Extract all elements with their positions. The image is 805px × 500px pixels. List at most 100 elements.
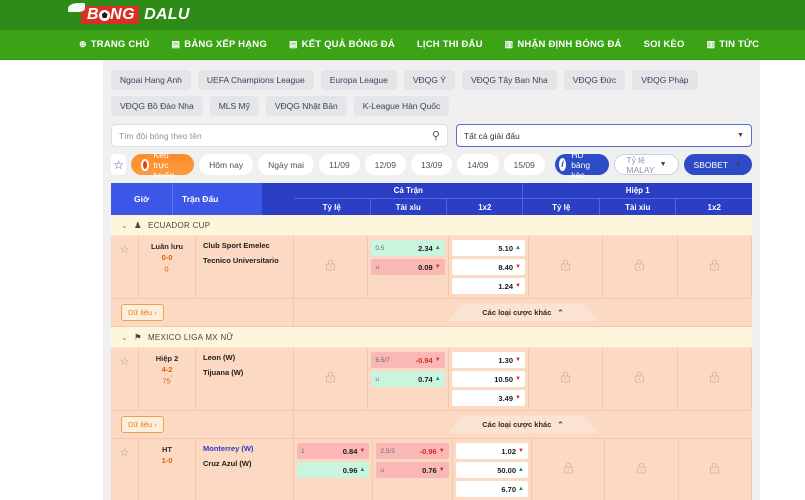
odds-col-handicap-full[interactable]: 1 0.84 ▼ 0.96 ▲ [294,439,374,500]
date-filter-button[interactable]: 14/09 [457,154,499,175]
odds-col-overunder-full[interactable]: 0.5 2.34 ▲ u 0.09 ▼ [368,236,449,298]
odds-cell[interactable]: 0.96 ▲ [297,462,370,478]
odds-cell[interactable]: 6.5/7 -0.94 ▼ [371,352,445,368]
nav-item-1[interactable]: ▤ BẢNG XẾP HẠNG [161,30,278,60]
odds-value-wrap: 10.50 ▼ [494,375,521,384]
header-time-col: Giờ [111,183,173,215]
odds-col-1x2-full[interactable]: 5.10 ▲ 8.40 ▼ 1.24 ▼ [449,236,529,298]
league-chip[interactable]: MLS Mỹ [209,96,259,116]
arrow-up-icon: ▲ [518,467,524,473]
header-subcol: Tài xỉu [598,199,676,215]
chevron-down-icon[interactable]: ⌄ [121,333,128,342]
odds-cell[interactable]: 3.49 ▼ [451,390,525,406]
other-bets-toggle[interactable]: Các loại cược khác ⌃ [448,304,597,321]
other-bets-toggle[interactable]: Các loại cược khác ⌃ [448,416,597,433]
other-bets-label: Các loại cược khác [482,420,552,429]
odds-cell[interactable]: 8.40 ▼ [451,259,525,275]
league-chip[interactable]: Ngoai Hang Anh [111,70,191,90]
odds-col-1x2-full[interactable]: 1.02 ▼ 50.00 ▲ 6.70 ▲ [453,439,532,500]
odds-col-overunder-full[interactable]: 2.5/3 -0.96 ▼ u 0.76 ▼ [373,439,453,500]
header-group-title: Hiệp 1 [523,183,752,199]
date-filter-row: ☆ Kèo trực tuyến Hôm nay Ngày mai 11/09 12/… [103,147,760,183]
date-filter-button[interactable]: Ngày mai [258,154,315,175]
nav-item-5[interactable]: SOI KÈO [633,30,696,60]
match-row: ☆ Luân lưu 0-0 0′ Club Sport Emelec Tecnico U… [111,236,752,299]
other-bets-label: Các loại cược khác [482,308,552,317]
nav-item-4[interactable]: ▥ NHẬN ĐỊNH BÓNG ĐÁ [494,30,633,60]
league-chip[interactable]: VĐQG Nhật Bản [265,96,347,116]
odds-cell[interactable]: 6.70 ▲ [455,481,528,497]
league-chip[interactable]: VĐQG Đức [563,70,626,90]
match-teams-cell[interactable]: Club Sport Emelec Tecnico Universitario [196,236,294,298]
league-chip[interactable]: VĐQG Bồ Đào Nha [111,96,203,116]
odds-cell[interactable]: 0.5 2.34 ▲ [371,240,445,256]
odds-value: 0.09 [418,262,433,272]
odds-col-handicap-h1 [532,439,606,500]
match-teams-cell[interactable]: Monterrey (W) Cruz Azul (W) [196,439,294,500]
odds-cell[interactable]: u 0.76 ▼ [376,462,449,478]
odds-cell[interactable]: 1 0.84 ▼ [297,443,370,459]
odds-value: 6.70 [501,484,517,494]
date-filter-button[interactable]: 13/09 [410,154,453,175]
nav-item-0[interactable]: ⊕ TRANG CHỦ [68,30,161,60]
favorite-star-icon[interactable]: ☆ [111,439,139,500]
nav-item-2[interactable]: ▤ KẾT QUẢ BÓNG ĐÁ [278,30,406,60]
arrow-down-icon: ▼ [359,448,366,454]
league-header[interactable]: ⌄ ⚑ MEXICO LIGA MX NỮ [111,327,752,348]
chevron-down-icon[interactable]: ⌄ [121,221,128,230]
date-filter-button[interactable]: 11/09 [319,154,360,175]
favorites-filter-button[interactable]: ☆ [111,154,127,175]
live-odds-button[interactable]: Kèo trực tuyến [131,150,195,180]
odds-cell[interactable]: 50.00 ▲ [455,462,528,478]
odds-value-wrap: 0.84 ▼ [343,447,366,456]
nav-item-6[interactable]: ▥ TIN TỨC [696,30,771,60]
odds-col-1x2-full[interactable]: 1.30 ▼ 10.50 ▼ 3.49 ▼ [449,348,529,410]
bookmaker-select[interactable]: SBOBET ▼ [683,154,752,175]
odds-cell[interactable]: 2.5/3 -0.96 ▼ [376,443,449,459]
league-chip[interactable]: VĐQG Tây Ban Nha [461,70,557,90]
odds-value-wrap: 1.30 ▼ [498,356,521,365]
league-chip[interactable]: K-League Hàn Quốc [353,96,450,116]
search-input[interactable] [119,130,432,141]
odds-guide-button[interactable]: i HD bảng kèo [554,150,610,180]
odds-value-wrap: 6.70 ▲ [501,485,524,494]
search-icon[interactable]: ⚲ [432,129,440,142]
odds-cell[interactable]: u 0.74 ▲ [371,371,445,387]
header-subcol: Tỷ lệ [294,199,370,215]
odds-format-select[interactable]: Tỷ lệ MALAY ▼ [614,154,679,175]
league-chip[interactable]: UEFA Champions League [197,70,314,90]
odds-cell[interactable]: 1.24 ▼ [451,278,525,294]
league-chip[interactable]: VĐQG Pháp [632,70,698,90]
header-subcols: Tỷ lệ Tài xỉu 1x2 [523,199,752,215]
odds-col-overunder-full[interactable]: 6.5/7 -0.94 ▼ u 0.74 ▲ [368,348,449,410]
arrow-down-icon: ▼ [515,376,521,382]
date-filter-button[interactable]: 12/09 [364,154,406,175]
favorite-star-icon[interactable]: ☆ [111,236,139,298]
date-filter-button[interactable]: Hôm nay [199,154,254,175]
arrow-up-icon: ▲ [434,376,441,382]
nav-item-3[interactable]: LỊCH THI ĐẤU [406,30,494,60]
match-data-button[interactable]: Dữ liệu › [121,304,164,321]
odds-cell[interactable]: 1.30 ▼ [451,352,525,368]
odds-cell[interactable]: 1.02 ▼ [455,443,528,459]
match-time-cell: Luân lưu 0-0 0′ [139,236,196,298]
site-logo[interactable]: B NG DALU [68,3,190,24]
odds-value: 2.34 [418,243,433,253]
team-search-box[interactable]: ⚲ [111,124,448,147]
odds-cell[interactable]: u 0.09 ▼ [371,259,445,275]
league-select[interactable]: Tất cả giải đấu ▼ [455,124,752,147]
table-icon: ▤ [171,39,181,49]
odds-value: 5.10 [498,243,514,253]
match-teams-cell[interactable]: Leon (W) Tijuana (W) [196,348,294,410]
match-data-button[interactable]: Dữ liệu › [121,416,164,433]
header-group-title: Cả Trận [294,183,523,199]
odds-cell[interactable]: 5.10 ▲ [451,240,525,256]
date-filter-button[interactable]: 15/09 [503,154,545,175]
league-chip[interactable]: VĐQG Ý [403,70,455,90]
lock-icon [634,370,645,388]
odds-cell[interactable]: 10.50 ▼ [451,371,525,387]
league-header[interactable]: ⌄ ♟ ECUADOR CUP [111,215,752,236]
league-chip[interactable]: Europa League [320,70,397,90]
favorite-star-icon[interactable]: ☆ [111,348,139,410]
handicap-label: 0.5 [375,244,385,252]
